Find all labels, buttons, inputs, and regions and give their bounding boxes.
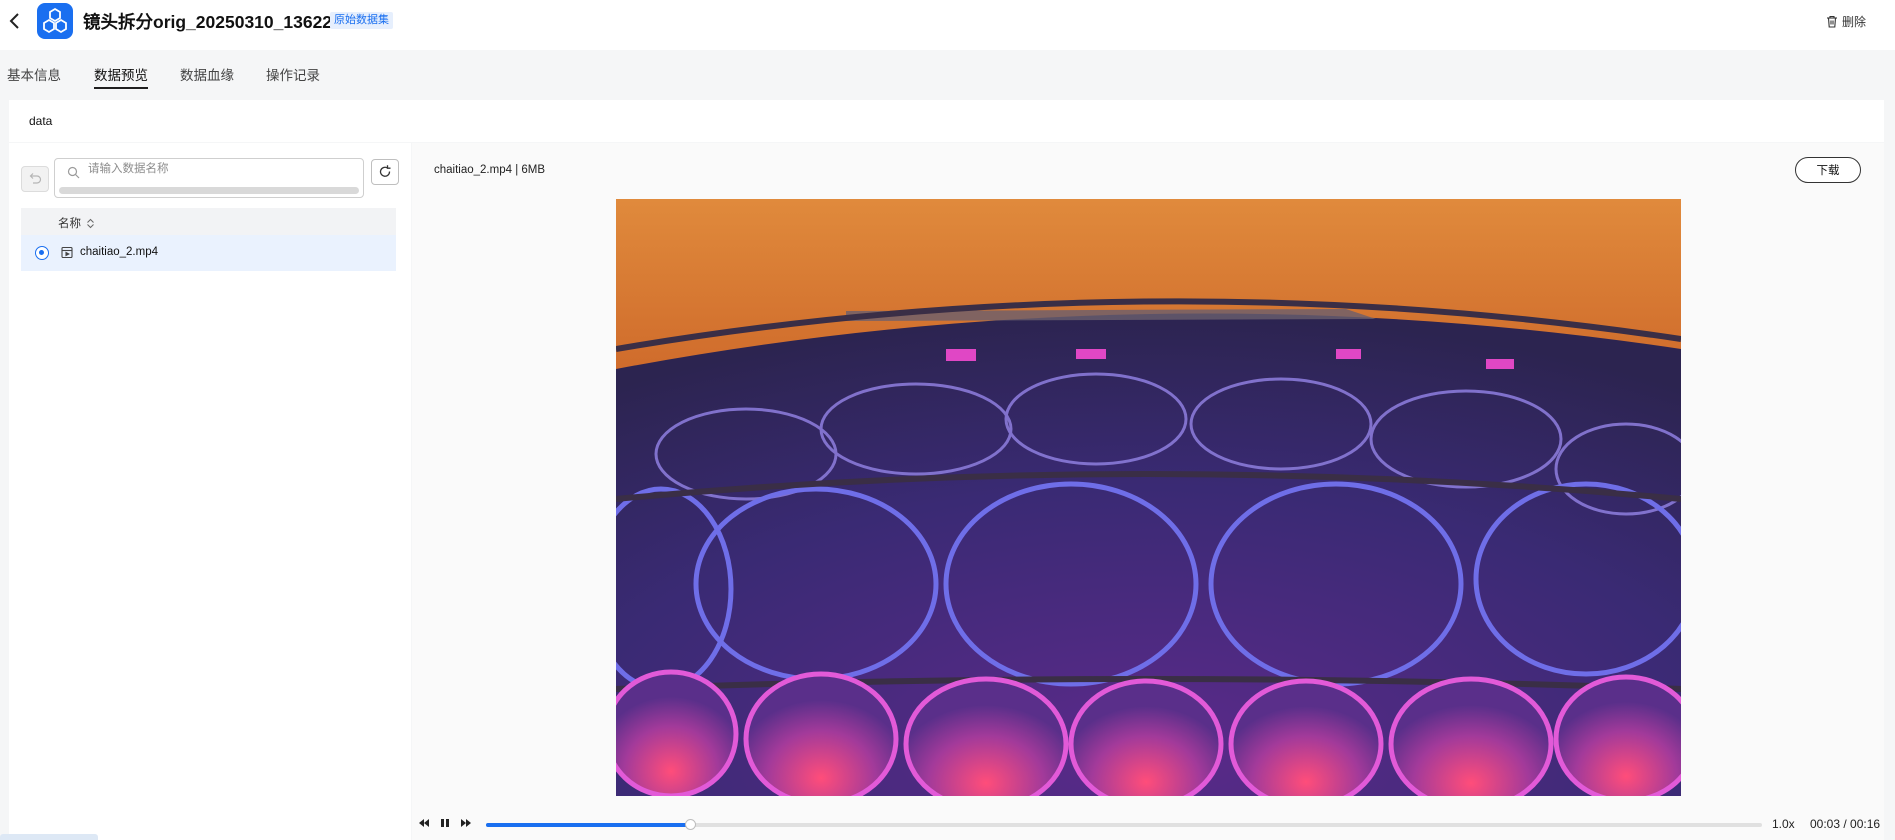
rewind-button[interactable] [416, 816, 432, 830]
tab-data-preview[interactable]: 数据预览 [94, 64, 148, 89]
file-list-panel: 名称 chaitiao_2.mp4 [9, 143, 411, 840]
video-file-icon [61, 246, 73, 259]
name-column-header[interactable]: 名称 [58, 215, 95, 231]
progress-thumb[interactable] [685, 819, 697, 830]
search-icon [67, 166, 80, 179]
row-select-radio[interactable] [35, 246, 49, 260]
rewind-icon [419, 819, 429, 827]
data-section-header: data [9, 100, 1884, 142]
playback-time: 00:03 / 00:16 [1810, 817, 1881, 831]
sort-icon [87, 218, 94, 228]
back-arrow-icon[interactable] [6, 9, 24, 33]
video-player[interactable] [616, 199, 1681, 796]
page-header: 镜头拆分orig_20250310_13622 原始数据集 删除 [0, 0, 1895, 50]
tab-operation-log[interactable]: 操作记录 [266, 64, 320, 84]
video-frame-image [616, 199, 1681, 796]
file-name: chaitiao_2.mp4 [80, 246, 158, 258]
back-folder-button[interactable] [21, 166, 49, 192]
pause-button[interactable] [437, 816, 453, 830]
refresh-icon [379, 165, 391, 177]
download-button[interactable]: 下载 [1795, 157, 1861, 183]
dataset-logo-icon [37, 3, 73, 39]
delete-label: 删除 [1842, 14, 1867, 29]
dataset-title: 镜头拆分orig_20250310_13622 [83, 12, 333, 32]
progress-fill [486, 823, 691, 827]
progress-bar[interactable] [486, 819, 1762, 830]
trash-icon [1827, 15, 1837, 28]
name-column-label: 名称 [58, 218, 81, 230]
detail-tabs: 基本信息 数据预览 数据血缘 操作记录 [0, 50, 1895, 94]
delete-button[interactable]: 删除 [1826, 12, 1866, 30]
search-box[interactable] [54, 158, 364, 198]
undo-icon [29, 173, 42, 184]
playback-speed[interactable]: 1.0x [1772, 817, 1795, 831]
tab-basic-info[interactable]: 基本信息 [7, 64, 61, 84]
section-label: data [29, 114, 53, 128]
player-controls: 1.0x 00:03 / 00:16 [412, 807, 1884, 840]
file-table-header: 名称 [21, 208, 396, 235]
search-scrollbar[interactable] [59, 187, 359, 194]
fast-forward-icon [461, 819, 471, 827]
preview-panel: chaitiao_2.mp4 | 6MB 下载 1.0x 00:03 / 00:… [412, 143, 1884, 840]
dataset-type-badge: 原始数据集 [330, 12, 393, 29]
search-input[interactable] [86, 162, 350, 176]
refresh-button[interactable] [371, 159, 399, 185]
fast-forward-button[interactable] [458, 816, 474, 830]
pause-icon [441, 819, 449, 827]
file-row[interactable]: chaitiao_2.mp4 [21, 235, 396, 271]
collapsed-bottom-tab[interactable] [0, 834, 98, 840]
file-info: chaitiao_2.mp4 | 6MB [434, 164, 546, 176]
tab-data-lineage[interactable]: 数据血缘 [180, 64, 234, 84]
